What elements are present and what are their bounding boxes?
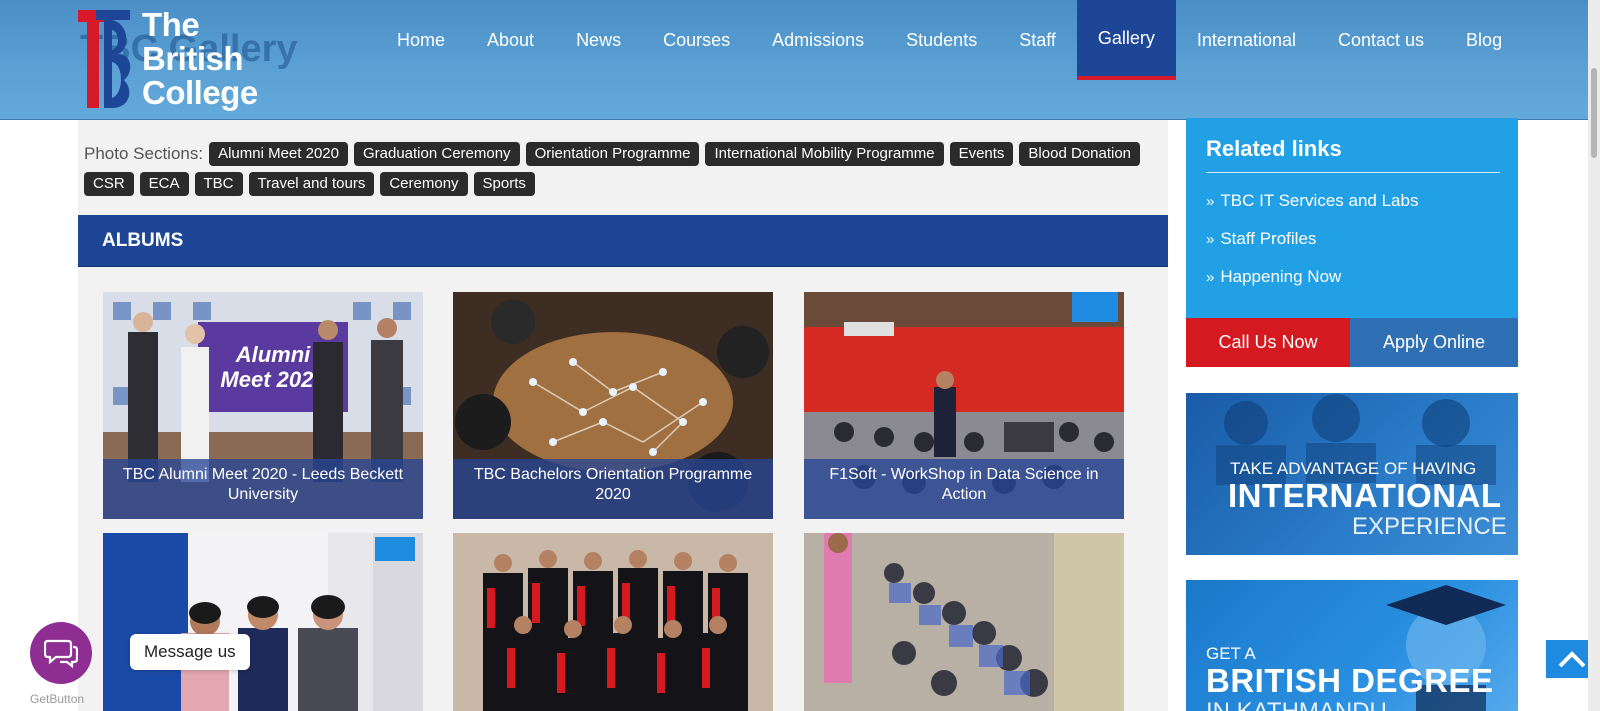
albums-heading: ALBUMS (78, 215, 1168, 267)
album-card[interactable] (103, 533, 423, 711)
logo-line-3: College (142, 74, 258, 111)
chip-csr[interactable]: CSR (84, 172, 134, 196)
album-caption: TBC Alumni Meet 2020 - Leeds Beckett Uni… (103, 459, 423, 519)
nav-news[interactable]: News (555, 0, 642, 80)
message-us-button[interactable] (30, 622, 92, 684)
svg-text:Alumni: Alumni (235, 342, 311, 367)
album-photo-graduation (453, 533, 773, 711)
related-link-label: TBC IT Services and Labs (1220, 191, 1419, 210)
album-card[interactable]: F1Soft - WorkShop in Data Science in Act… (804, 292, 1124, 519)
chip-orientation-programme[interactable]: Orientation Programme (525, 142, 700, 166)
related-link-label: Happening Now (1220, 267, 1342, 286)
logo-line-1: The (142, 6, 200, 43)
banner1-line1: TAKE ADVANTAGE OF HAVING (1230, 459, 1477, 478)
album-caption: F1Soft - WorkShop in Data Science in Act… (804, 459, 1124, 519)
nav-staff[interactable]: Staff (998, 0, 1077, 80)
double-chevron-right-icon: » (1206, 268, 1215, 286)
chip-events[interactable]: Events (949, 142, 1014, 166)
chip-international-mobility[interactable]: International Mobility Programme (705, 142, 944, 166)
album-card[interactable] (453, 533, 773, 711)
album-card[interactable] (804, 533, 1124, 711)
site-header: TBC Gallery The British College Home Abo… (0, 0, 1600, 120)
album-photo-event-crowd (804, 533, 1124, 711)
album-card[interactable]: TBC Bachelors Orientation Programme 2020 (453, 292, 773, 519)
getbutton-brand: GetButton (30, 692, 85, 706)
nav-home[interactable]: Home (376, 0, 466, 80)
album-photo-conference (103, 533, 423, 711)
tbc-logo-mark-icon (78, 10, 131, 108)
nav-gallery[interactable]: Gallery (1076, 0, 1176, 80)
international-experience-banner[interactable]: TAKE ADVANTAGE OF HAVING INTERNATIONAL E… (1186, 393, 1518, 555)
chip-alumni-meet-2020[interactable]: Alumni Meet 2020 (209, 142, 348, 166)
nav-contact-us[interactable]: Contact us (1317, 0, 1445, 80)
svg-text:Meet 2020: Meet 2020 (220, 367, 326, 392)
nav-blog[interactable]: Blog (1445, 0, 1523, 80)
gallery-main: Photo Sections: Alumni Meet 2020 Graduat… (78, 120, 1168, 711)
logo-wordmark: The British College (142, 8, 258, 110)
college-logo[interactable]: The British College (78, 8, 278, 112)
nav-students[interactable]: Students (885, 0, 998, 80)
cta-buttons: Call Us Now Apply Online (1186, 318, 1518, 367)
related-link-staff-profiles[interactable]: » Staff Profiles (1206, 229, 1498, 249)
photo-sections-filter: Photo Sections: Alumni Meet 2020 Graduat… (84, 142, 1164, 196)
nav-courses[interactable]: Courses (642, 0, 751, 80)
nav-about[interactable]: About (466, 0, 555, 80)
album-card[interactable]: Alumni Meet 2020 TBC Alumni Meet 2020 - … (103, 292, 423, 519)
british-degree-banner[interactable]: GET A BRITISH DEGREE IN KATHMANDU (1186, 580, 1518, 711)
double-chevron-right-icon: » (1206, 230, 1215, 248)
banner2-line3: IN KATHMANDU (1206, 698, 1387, 711)
banner1-line3: EXPERIENCE (1352, 513, 1507, 540)
related-link-it-services[interactable]: » TBC IT Services and Labs (1206, 191, 1498, 211)
chat-bubble-icon (44, 639, 78, 668)
call-us-now-button[interactable]: Call Us Now (1186, 318, 1350, 367)
double-chevron-right-icon: » (1206, 192, 1215, 210)
chip-tbc[interactable]: TBC (194, 172, 243, 196)
related-link-label: Staff Profiles (1220, 229, 1317, 248)
chip-blood-donation[interactable]: Blood Donation (1019, 142, 1140, 166)
related-links-title: Related links (1206, 136, 1500, 173)
main-nav: Home About News Courses Admissions Stude… (376, 0, 1523, 80)
related-link-happening-now[interactable]: » Happening Now (1206, 267, 1498, 287)
apply-online-button[interactable]: Apply Online (1350, 318, 1518, 367)
banner2-line2: BRITISH DEGREE (1206, 662, 1494, 699)
nav-admissions[interactable]: Admissions (751, 0, 885, 80)
chip-ceremony[interactable]: Ceremony (380, 172, 468, 196)
banner2-line1: GET A (1206, 644, 1256, 663)
chip-eca[interactable]: ECA (139, 172, 189, 196)
chevron-up-icon (1558, 651, 1586, 668)
chip-sports[interactable]: Sports (473, 172, 535, 196)
related-links-panel: Related links » TBC IT Services and Labs… (1186, 118, 1518, 318)
photo-sections-label: Photo Sections: (84, 144, 204, 163)
chip-graduation-ceremony[interactable]: Graduation Ceremony (353, 142, 520, 166)
chip-travel-and-tours[interactable]: Travel and tours (248, 172, 375, 196)
album-caption: TBC Bachelors Orientation Programme 2020 (453, 459, 773, 519)
logo-line-2: British (142, 40, 244, 77)
page-scrollbar[interactable] (1588, 0, 1600, 711)
banner1-line2: INTERNATIONAL (1228, 477, 1502, 514)
message-us-label[interactable]: Message us (130, 634, 250, 670)
scrollbar-thumb[interactable] (1591, 68, 1597, 158)
nav-international[interactable]: International (1176, 0, 1317, 80)
